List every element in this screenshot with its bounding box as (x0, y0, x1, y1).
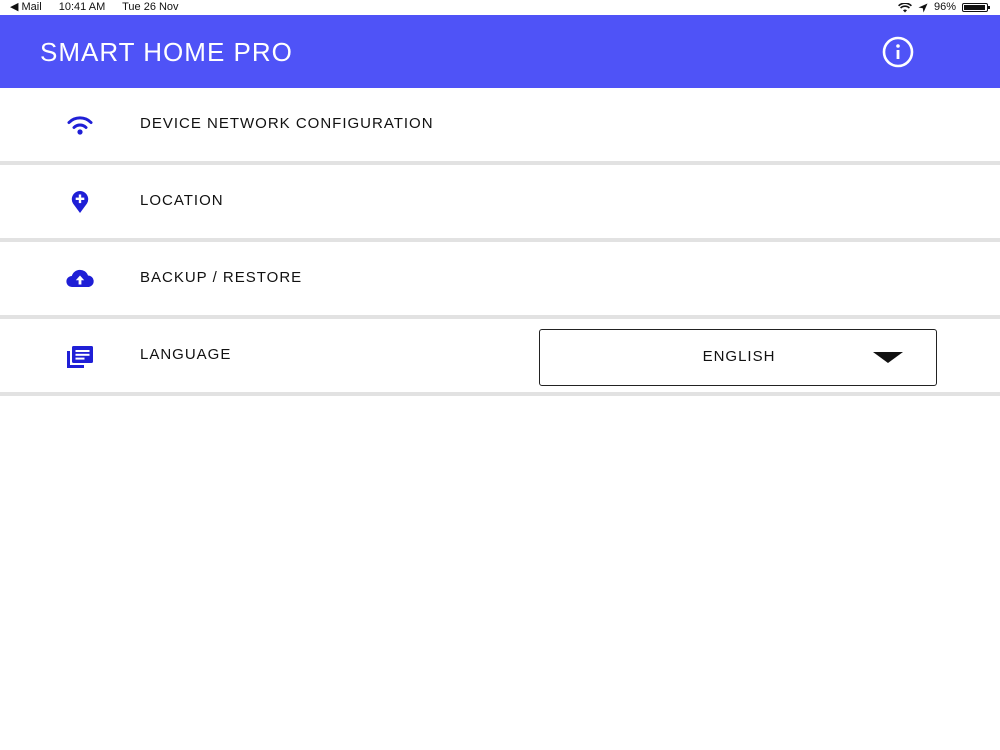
caret-down-icon (873, 352, 903, 363)
settings-item-label: LANGUAGE (140, 346, 232, 363)
status-bar: ◀ Mail 10:41 AM Tue 26 Nov 96% (0, 0, 1000, 15)
status-bar-right: 96% (898, 0, 990, 15)
settings-item-backup-restore[interactable]: BACKUP / RESTORE (0, 242, 1000, 319)
back-to-app-link[interactable]: ◀ Mail (10, 1, 42, 13)
settings-item-device-network[interactable]: DEVICE NETWORK CONFIGURATION (0, 88, 1000, 165)
battery-icon (962, 3, 990, 12)
library-books-icon (67, 346, 93, 368)
status-time: 10:41 AM (58, 1, 106, 13)
battery-percent: 96% (933, 1, 956, 13)
settings-item-label: LOCATION (140, 192, 224, 209)
settings-item-location[interactable]: LOCATION (0, 165, 1000, 242)
info-icon[interactable] (882, 36, 914, 68)
wifi-icon (67, 116, 93, 135)
status-bar-left: ◀ Mail 10:41 AM Tue 26 Nov (10, 0, 193, 15)
settings-item-language: LANGUAGE ENGLISH (0, 319, 1000, 396)
wifi-signal-icon (898, 2, 912, 12)
status-date: Tue 26 Nov (122, 1, 179, 13)
language-select[interactable]: ENGLISH (539, 329, 937, 386)
battery-fill (964, 5, 986, 10)
cloud-upload-icon (66, 269, 94, 288)
location-pin-icon (71, 191, 89, 213)
settings-item-label: BACKUP / RESTORE (140, 269, 303, 286)
app-bar: SMART HOME PRO (0, 15, 1000, 88)
app-title: SMART HOME PRO (40, 37, 293, 67)
settings-list: DEVICE NETWORK CONFIGURATION LOCATION BA… (0, 88, 1000, 396)
settings-item-label: DEVICE NETWORK CONFIGURATION (140, 115, 434, 132)
location-arrow-icon (918, 3, 928, 12)
